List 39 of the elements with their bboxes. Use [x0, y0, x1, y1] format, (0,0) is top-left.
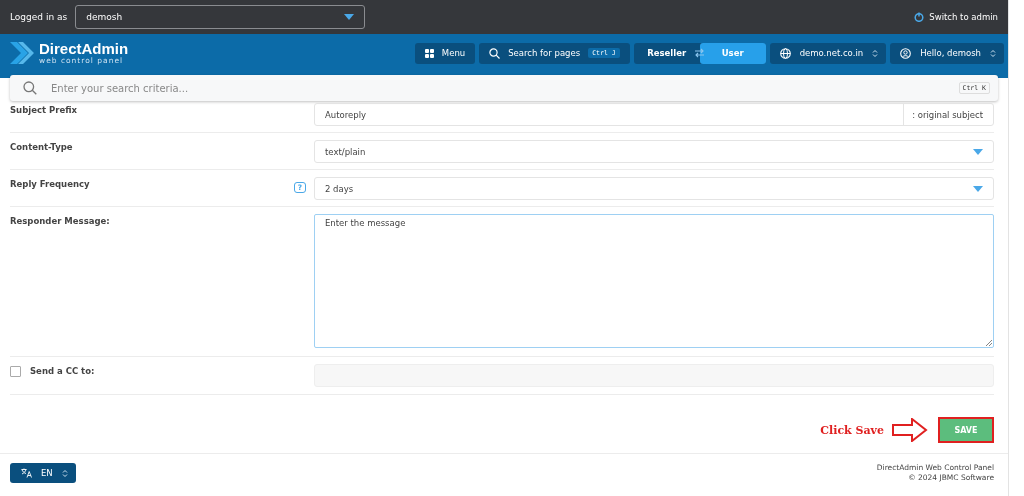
role-tab[interactable]: Reseller	[633, 42, 700, 64]
translate-icon	[21, 468, 32, 478]
resize-grip-icon	[985, 339, 992, 346]
user-circle-icon	[900, 47, 912, 59]
select-field[interactable]: 2 days	[314, 177, 994, 200]
sort-arrows-icon	[990, 48, 996, 58]
domain-select[interactable]: demo.net.co.in	[769, 42, 887, 64]
field-label: Send a CC to:	[30, 366, 95, 376]
logged-in-label: Logged in as	[10, 12, 68, 22]
annotation-text: Click Save	[820, 423, 884, 437]
menu-button[interactable]: Menu	[414, 42, 476, 64]
subject-prefix-field[interactable]: Autoreply : original subject	[314, 103, 994, 126]
annotation-arrow-icon	[892, 418, 928, 442]
message-textarea[interactable]: Enter the message	[314, 214, 994, 348]
caret-icon	[973, 148, 983, 155]
caret-icon	[973, 185, 983, 192]
checkbox[interactable]	[10, 366, 21, 377]
field-label: Responder Message:	[10, 216, 110, 226]
swap-arrows-icon	[693, 47, 705, 58]
account-menu-button[interactable]: Hello, demosh	[890, 42, 1004, 64]
logo-title: DirectAdmin	[39, 41, 129, 57]
caret-icon	[344, 14, 355, 20]
field-suffix: : original subject	[903, 104, 993, 125]
language-select[interactable]: EN	[10, 463, 76, 483]
field-label: Content-Type	[10, 142, 73, 152]
sort-arrows-icon	[872, 48, 879, 58]
search-icon	[489, 47, 501, 59]
grid-icon	[424, 48, 434, 58]
power-icon	[914, 12, 925, 22]
field-label: Subject Prefix	[10, 105, 77, 115]
logo-chevron-icon	[10, 40, 34, 66]
globe-icon	[779, 47, 791, 59]
search-field[interactable]: Enter your search criteria...	[49, 81, 947, 95]
field-label: Reply Frequency	[10, 179, 90, 189]
select-field[interactable]: text/plain	[314, 140, 994, 163]
user-select[interactable]: demosh	[75, 5, 366, 29]
sort-arrows-icon	[61, 468, 68, 478]
switch-to-admin-link[interactable]: Switch to admin	[914, 12, 998, 22]
search-icon	[23, 81, 37, 95]
